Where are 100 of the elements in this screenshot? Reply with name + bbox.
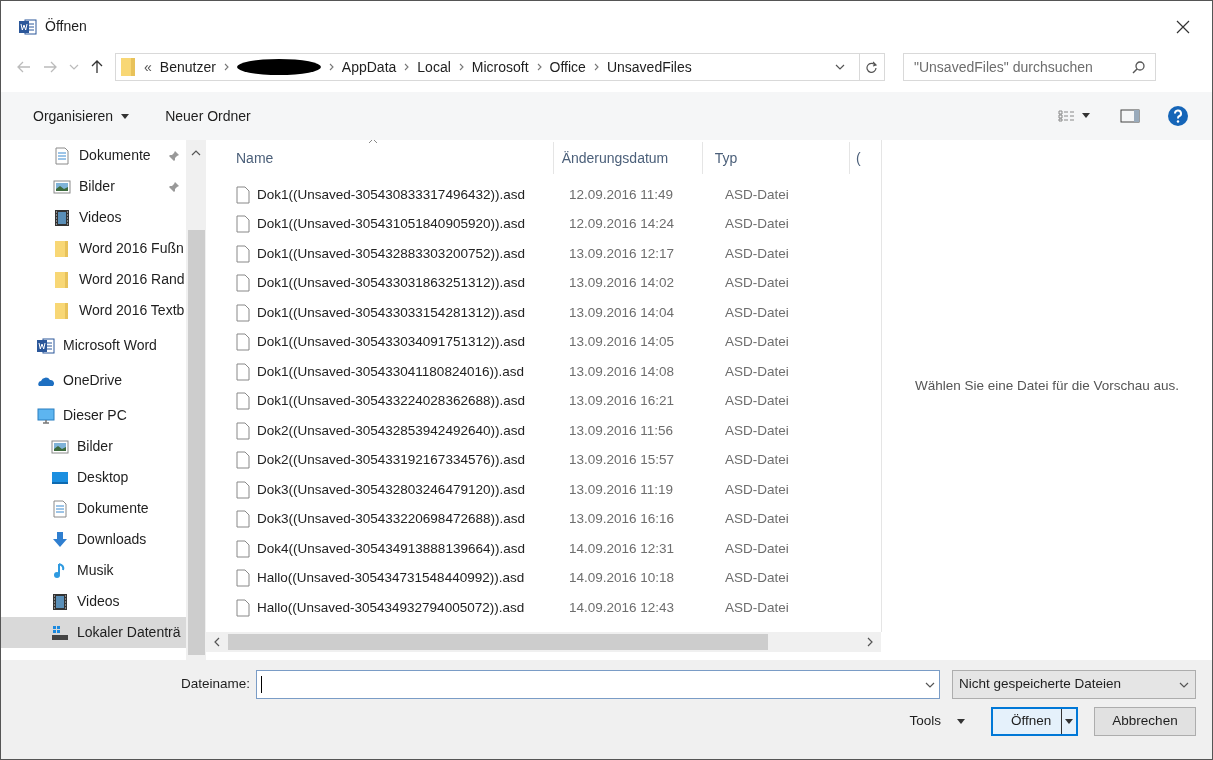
file-date: 13.09.2016 11:56	[568, 421, 675, 440]
file-row[interactable]: Dok1((Unsaved-305433033154281312)).asd 13.09.2016 14:04 ASD-Datei	[206, 298, 881, 328]
folder-icon	[120, 57, 136, 77]
file-row[interactable]: Dok2((Unsaved-305432853942492640)).asd 13.09.2016 11:56 ASD-Datei	[206, 416, 881, 446]
file-name: Dok2((Unsaved-305432853942492640)).asd	[257, 421, 525, 440]
film-icon	[53, 208, 71, 227]
file-type: ASD-Datei	[724, 274, 789, 293]
file-row[interactable]: Dok2((Unsaved-305433192167334576)).asd 13.09.2016 15:57 ASD-Datei	[206, 445, 881, 475]
sidebar-item[interactable]: Musik	[1, 555, 186, 586]
sidebar-item[interactable]: Bilder	[1, 431, 186, 462]
file-type: ASD-Datei	[724, 451, 789, 470]
file-date: 13.09.2016 11:19	[568, 480, 675, 499]
file-name: Dok1((Unsaved-305430833317496432)).asd	[257, 185, 525, 204]
scroll-up-icon[interactable]	[191, 150, 201, 156]
address-bar[interactable]: « Benutzer AppData Local Microsoft Office UnsavedFiles	[115, 53, 885, 81]
help-icon[interactable]	[1168, 106, 1188, 126]
file-row[interactable]: Dok1((Unsaved-305432883303200752)).asd 13.09.2016 12:17 ASD-Datei	[206, 239, 881, 269]
file-icon	[236, 480, 250, 499]
filename-input[interactable]	[256, 670, 940, 699]
sidebar-item[interactable]: Word 2016 Fußn	[1, 233, 186, 264]
file-date: 13.09.2016 15:57	[568, 451, 676, 470]
file-name: Dok2((Unsaved-305433192167334576)).asd	[257, 451, 525, 470]
file-type: ASD-Datei	[724, 480, 789, 499]
file-row[interactable]: Dok1((Unsaved-305433224028362688)).asd 13.09.2016 16:21 ASD-Datei	[206, 386, 881, 416]
monitor-icon	[37, 406, 55, 425]
sidebar-item[interactable]: Word 2016 Textb	[1, 295, 186, 326]
horizontal-scrollbar[interactable]	[206, 632, 881, 652]
breadcrumb[interactable]: UnsavedFiles	[606, 56, 692, 78]
sidebar-item[interactable]: Lokaler Datenträ	[1, 617, 186, 648]
sidebar-item[interactable]: Dieser PC	[1, 400, 186, 431]
file-name: Dok1((Unsaved-305431051840905920)).asd	[257, 215, 525, 234]
filename-label: Dateiname:	[180, 675, 250, 694]
sidebar-item[interactable]: Videos	[1, 202, 186, 233]
open-button[interactable]: Öffnen	[991, 707, 1078, 736]
sidebar-item[interactable]: Bilder	[1, 171, 186, 202]
organize-menu-button[interactable]: Organisieren	[33, 105, 130, 127]
file-row[interactable]: Dok4((Unsaved-305434913888139664)).asd 14.09.2016 12:31 ASD-Datei	[206, 534, 881, 564]
chevron-right-icon	[536, 63, 542, 71]
address-dropdown-icon[interactable]	[835, 64, 845, 70]
search-icon	[1132, 60, 1145, 74]
file-type: ASD-Datei	[724, 569, 789, 588]
view-options-icon[interactable]	[1058, 110, 1092, 122]
breadcrumb[interactable]: Benutzer	[159, 56, 216, 78]
file-date: 14.09.2016 12:43	[568, 598, 676, 617]
file-type-dropdown[interactable]: Nicht gespeicherte Dateien	[952, 670, 1196, 699]
folder-icon	[53, 239, 71, 258]
scroll-right-icon[interactable]	[867, 637, 873, 647]
file-type: ASD-Datei	[724, 598, 789, 617]
caret-down-icon	[121, 113, 130, 119]
sidebar-item[interactable]: Desktop	[1, 462, 186, 493]
file-row[interactable]: Dok3((Unsaved-305432803246479120)).asd 13.09.2016 11:19 ASD-Datei	[206, 475, 881, 505]
sidebar-item[interactable]: Word 2016 Rand	[1, 264, 186, 295]
file-icon	[236, 510, 250, 529]
sidebar-item[interactable]: Videos	[1, 586, 186, 617]
file-icon	[236, 539, 250, 558]
window-title: Öffnen	[45, 17, 87, 36]
file-row[interactable]: Dok1((Unsaved-305433031863251312)).asd 13.09.2016 14:02 ASD-Datei	[206, 268, 881, 298]
sidebar-item[interactable]: OneDrive	[1, 365, 186, 396]
chevron-right-icon	[593, 63, 599, 71]
file-row[interactable]: Dok1((Unsaved-305430833317496432)).asd 12.09.2016 11:49 ASD-Datei	[206, 180, 881, 210]
file-name: Dok4((Unsaved-305434913888139664)).asd	[257, 539, 525, 558]
column-header[interactable]: Name	[206, 142, 554, 174]
column-header[interactable]: Änderungsdatum	[553, 142, 703, 174]
file-type: ASD-Datei	[724, 215, 789, 234]
file-date: 13.09.2016 16:21	[568, 392, 676, 411]
breadcrumb[interactable]: AppData	[341, 56, 397, 78]
sidebar-item[interactable]: Dokumente	[1, 493, 186, 524]
sidebar-item[interactable]: Dokumente	[1, 140, 186, 171]
file-row[interactable]: Dok1((Unsaved-305431051840905920)).asd 12.09.2016 14:24 ASD-Datei	[206, 209, 881, 239]
file-icon	[236, 362, 250, 381]
sidebar-item[interactable]: Downloads	[1, 524, 186, 555]
film-icon	[51, 592, 69, 611]
sidebar-item[interactable]: Microsoft Word	[1, 330, 186, 361]
up-arrow-icon[interactable]	[91, 60, 103, 74]
file-row[interactable]: Hallo((Unsaved-305434932794005072)).asd 14.09.2016 12:43 ASD-Datei	[206, 593, 881, 623]
file-row[interactable]: Dok3((Unsaved-305433220698472688)).asd 13.09.2016 16:16 ASD-Datei	[206, 504, 881, 534]
pin-icon	[168, 149, 180, 162]
file-row[interactable]: Dok1((Unsaved-305433034091751312)).asd 13.09.2016 14:05 ASD-Datei	[206, 327, 881, 357]
column-header[interactable]: (	[850, 142, 881, 174]
caret-down-icon	[1065, 719, 1073, 724]
file-row[interactable]: Hallo((Unsaved-305434731548440992)).asd 14.09.2016 10:18 ASD-Datei	[206, 563, 881, 593]
scrollbar[interactable]	[186, 140, 206, 660]
new-folder-button[interactable]: Neuer Ordner	[165, 105, 251, 127]
column-header[interactable]: Typ	[702, 142, 850, 174]
search-field[interactable]: "UnsavedFiles" durchsuchen	[903, 53, 1156, 81]
breadcrumb[interactable]: Microsoft	[471, 56, 529, 78]
file-icon	[236, 244, 250, 263]
file-row[interactable]: Dok1((Unsaved-305433041180824016)).asd 13.09.2016 14:08 ASD-Datei	[206, 357, 881, 387]
overflow-marker: «	[144, 57, 152, 77]
breadcrumb[interactable]: Local	[417, 56, 451, 78]
scroll-left-icon[interactable]	[214, 637, 220, 647]
file-name: Dok1((Unsaved-305433034091751312)).asd	[257, 333, 525, 352]
file-name: Dok1((Unsaved-305433031863251312)).asd	[257, 274, 525, 293]
folder-icon	[53, 270, 71, 289]
file-date: 14.09.2016 12:31	[568, 539, 676, 558]
breadcrumb[interactable]: Office	[549, 56, 586, 78]
refresh-icon[interactable]	[866, 60, 878, 74]
tools-menu-button[interactable]: Tools	[909, 711, 965, 732]
word-logo-icon	[19, 18, 37, 35]
cancel-button[interactable]: Abbrechen	[1094, 707, 1196, 736]
